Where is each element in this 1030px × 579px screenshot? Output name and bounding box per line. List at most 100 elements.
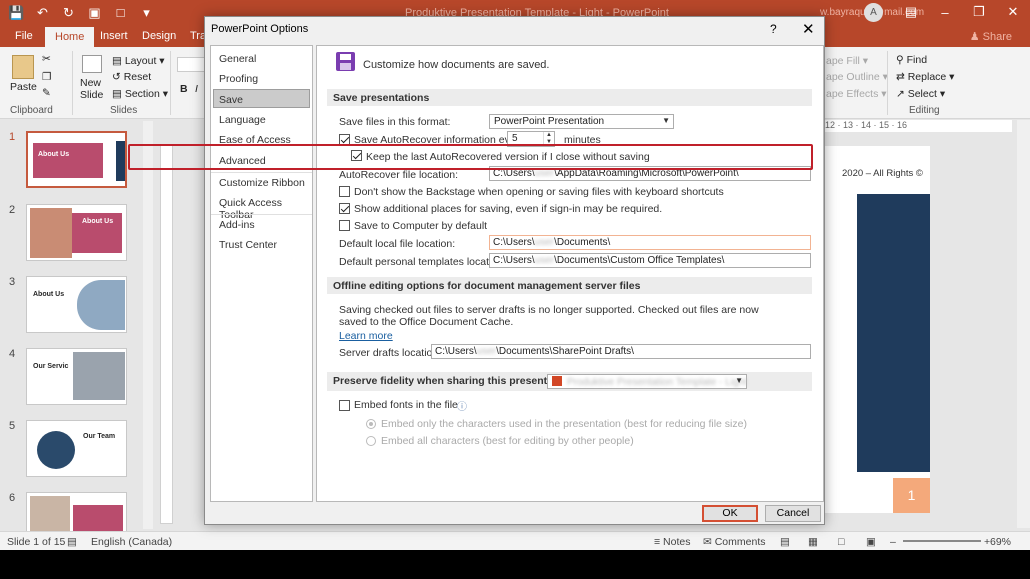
- shape-outline-label: ape Outline: [826, 71, 880, 83]
- nav-add-ins[interactable]: Add-ins: [211, 214, 312, 233]
- thumb-number: 1: [9, 131, 16, 143]
- dont-show-backstage-checkbox[interactable]: [339, 186, 350, 197]
- slide-thumbnail-1[interactable]: About Us: [26, 131, 127, 188]
- save-to-computer-checkbox[interactable]: [339, 220, 350, 231]
- slide-thumbnails-pane: 1 About Us 2 About Us 3 About Us 4 Our S…: [0, 119, 155, 532]
- nav-proofing[interactable]: Proofing: [211, 69, 312, 88]
- replace-button[interactable]: ⇄ Replace ▾: [896, 71, 954, 83]
- window-controls: ▤ – ❐ ✕: [894, 0, 1030, 24]
- paste-icon[interactable]: [12, 55, 34, 79]
- redo-icon[interactable]: ↻: [60, 4, 77, 21]
- learn-more-link[interactable]: Learn more: [339, 330, 393, 342]
- cut-icon[interactable]: ✂: [42, 53, 51, 65]
- new-file-icon[interactable]: □: [112, 4, 129, 21]
- cancel-button[interactable]: Cancel: [765, 505, 821, 522]
- embed-fonts-label: Embed fonts in the file: [354, 399, 458, 411]
- reading-view-icon[interactable]: □: [838, 536, 844, 548]
- find-button[interactable]: ⚲ Find: [896, 54, 927, 66]
- floppy-disk-icon: [336, 52, 355, 71]
- select-button[interactable]: ↗ Select ▾: [896, 88, 945, 100]
- ok-button[interactable]: OK: [702, 505, 758, 522]
- new-slide-icon[interactable]: [82, 55, 102, 73]
- slide-sorter-icon[interactable]: ▦: [808, 536, 818, 548]
- restore-icon[interactable]: ❐: [962, 0, 996, 24]
- thumbnails-scrollbar[interactable]: [143, 121, 153, 529]
- slide-thumbnail-3[interactable]: About Us: [26, 276, 127, 333]
- show-additional-places-checkbox[interactable]: [339, 203, 350, 214]
- ribbon-display-icon[interactable]: ▤: [894, 0, 928, 24]
- zoom-out-icon[interactable]: –: [890, 536, 896, 548]
- undo-icon[interactable]: ↶: [34, 4, 51, 21]
- slideshow-icon[interactable]: ▣: [866, 536, 876, 548]
- group-divider: [887, 51, 888, 115]
- spellcheck-icon[interactable]: ▤: [67, 536, 77, 548]
- font-name-box[interactable]: [177, 57, 205, 72]
- thumb-title: Our Team: [83, 433, 116, 440]
- autorecover-minutes-value: 5: [512, 133, 518, 144]
- share-label: Share: [982, 31, 1012, 43]
- reset-button[interactable]: ↺ Reset: [112, 71, 151, 83]
- slide-scrollbar[interactable]: [1017, 120, 1030, 528]
- close-icon[interactable]: ✕: [996, 0, 1030, 24]
- section-label: Section: [124, 88, 160, 100]
- group-divider: [72, 51, 73, 115]
- format-painter-icon[interactable]: ✎: [42, 87, 51, 99]
- help-button[interactable]: ?: [770, 22, 777, 36]
- shape-outline-button[interactable]: ape Outline ▾: [826, 71, 888, 83]
- dialog-title: PowerPoint Options: [211, 23, 309, 35]
- zoom-slider[interactable]: [903, 540, 981, 542]
- minimize-icon[interactable]: –: [928, 0, 962, 24]
- share-button[interactable]: ♟ Share: [970, 30, 1012, 43]
- nav-trust-center[interactable]: Trust Center: [211, 235, 312, 254]
- thumb-band: [116, 141, 125, 181]
- save-icon[interactable]: 💾: [8, 4, 25, 21]
- server-drafts-field[interactable]: C:\Users\user\Documents\SharePoint Draft…: [431, 344, 811, 359]
- language-status[interactable]: English (Canada): [91, 536, 172, 548]
- offline-description: Saving checked out files to server draft…: [339, 304, 759, 328]
- nav-save[interactable]: Save: [213, 89, 310, 108]
- embed-fonts-checkbox[interactable]: [339, 400, 350, 411]
- shape-effects-button[interactable]: ape Effects ▾: [826, 88, 887, 100]
- normal-view-icon[interactable]: ▤: [780, 536, 790, 548]
- paste-button[interactable]: Paste: [10, 81, 37, 93]
- new-slide-button[interactable]: New Slide: [80, 77, 103, 101]
- vertical-ruler: [160, 144, 173, 524]
- quick-access-toolbar: 💾 ↶ ↻ ▣ □ ▾: [8, 4, 155, 21]
- zoom-level[interactable]: 69%: [990, 536, 1011, 548]
- embed-only-radio[interactable]: [366, 419, 376, 429]
- slide-thumbnail-5[interactable]: Our Team: [26, 420, 127, 477]
- shape-fill-button[interactable]: ape Fill ▾: [826, 55, 868, 67]
- nav-quick-access-toolbar[interactable]: Quick Access Toolbar: [211, 193, 312, 221]
- comments-button[interactable]: ✉ Comments: [703, 536, 765, 548]
- avatar[interactable]: A: [864, 3, 883, 22]
- tab-design[interactable]: Design: [142, 30, 176, 42]
- bold-icon[interactable]: B: [180, 83, 188, 95]
- tab-insert[interactable]: Insert: [100, 30, 128, 42]
- default-local-location-field[interactable]: C:\Users\user\Documents\: [489, 235, 811, 250]
- fidelity-presentation-select[interactable]: Produktive Presentation Template - Light…: [547, 374, 747, 389]
- chevron-down-icon: ▼: [662, 116, 670, 125]
- present-icon[interactable]: ▣: [86, 4, 103, 21]
- dont-show-backstage-label: Don't show the Backstage when opening or…: [354, 186, 724, 198]
- tab-home[interactable]: Home: [45, 27, 95, 47]
- notes-button[interactable]: ≡ Notes: [654, 536, 690, 548]
- italic-icon[interactable]: I: [195, 83, 198, 95]
- slide-thumbnail-2[interactable]: About Us: [26, 204, 127, 261]
- customize-qat-icon[interactable]: ▾: [138, 4, 155, 21]
- close-icon[interactable]: ✕: [802, 20, 815, 38]
- save-format-label: Save files in this format:: [339, 116, 451, 128]
- tab-file[interactable]: File: [15, 30, 33, 42]
- nav-general[interactable]: General: [211, 49, 312, 68]
- save-format-select[interactable]: PowerPoint Presentation ▼: [489, 114, 674, 129]
- slide-thumbnail-4[interactable]: Our Servic: [26, 348, 127, 405]
- layout-button[interactable]: ▤ Layout ▾: [112, 55, 165, 67]
- info-icon[interactable]: ⓘ: [457, 398, 467, 413]
- embed-all-radio[interactable]: [366, 436, 376, 446]
- nav-language[interactable]: Language: [211, 110, 312, 129]
- nav-customize-ribbon[interactable]: Customize Ribbon: [211, 172, 312, 191]
- slide-thumbnail-6[interactable]: [26, 492, 127, 532]
- default-templates-location-field[interactable]: C:\Users\user\Documents\Custom Office Te…: [489, 253, 811, 268]
- section-button[interactable]: ▤ Section ▾: [112, 88, 168, 100]
- copy-icon[interactable]: ❐: [42, 71, 51, 83]
- slide-canvas[interactable]: 2020 – All Rights © 1: [822, 146, 930, 513]
